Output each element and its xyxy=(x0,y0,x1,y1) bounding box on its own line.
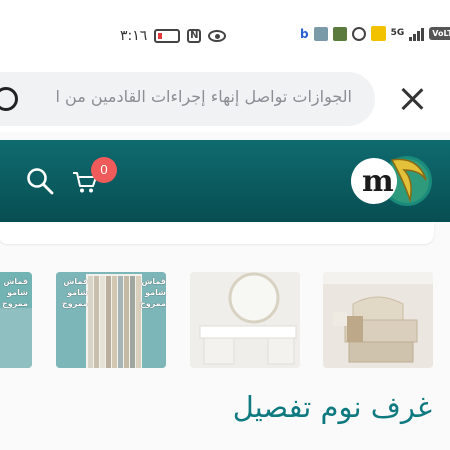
bed-image xyxy=(323,272,433,368)
product-tile-fabric[interactable]: قماش شامو ممزوج قماش شامو ممزوج xyxy=(56,272,166,368)
page: ٣:١٦ N b 5G VoLTE الجوازات تواصل إنهاء إ… xyxy=(0,0,450,450)
logo-letter: m xyxy=(362,164,394,199)
status-bar-right: b 5G VoLTE xyxy=(300,26,450,41)
status-time: ٣:١٦ xyxy=(120,28,148,44)
search-icon[interactable] xyxy=(25,166,55,196)
logo-icon[interactable]: m xyxy=(348,150,434,212)
battery-icon xyxy=(154,29,181,43)
tile-1-label: قماش شامو ممزوج xyxy=(1,277,28,308)
status-bar: ٣:١٦ N b 5G VoLTE xyxy=(0,0,450,70)
section-title: غرف نوم تفصيل xyxy=(232,390,432,424)
browser-app-icon: b xyxy=(300,26,309,41)
eye-comfort-icon xyxy=(208,30,227,42)
photo-app-icon-2 xyxy=(332,26,347,41)
volte-badge: VoLTE xyxy=(429,27,450,40)
nfc-icon: N xyxy=(187,29,202,43)
tile-2-label-right: قماش شامو ممزوج xyxy=(139,277,166,308)
search-query-text[interactable]: الجوازات تواصل إنهاء إجراءات القادمين من… xyxy=(56,87,352,106)
cart-count-badge[interactable]: 0 xyxy=(91,157,117,183)
signal-icon xyxy=(409,27,425,41)
product-tile-dresser[interactable] xyxy=(190,272,300,368)
header-sub-bar xyxy=(0,222,434,244)
photo-app-icon xyxy=(313,26,328,41)
network-type: 5G xyxy=(390,28,405,38)
dresser-image xyxy=(190,272,300,368)
status-bar-left: ٣:١٦ N xyxy=(120,28,227,44)
yellow-app-icon xyxy=(370,26,386,41)
media-app-icon xyxy=(351,26,366,41)
product-tile-bed[interactable] xyxy=(323,272,433,368)
close-icon[interactable] xyxy=(398,85,426,113)
tile-2-label-left: قماش شامو ممزوج xyxy=(61,277,88,308)
product-tile-fabric-partial[interactable]: قماش شامو ممزوج xyxy=(0,272,32,368)
